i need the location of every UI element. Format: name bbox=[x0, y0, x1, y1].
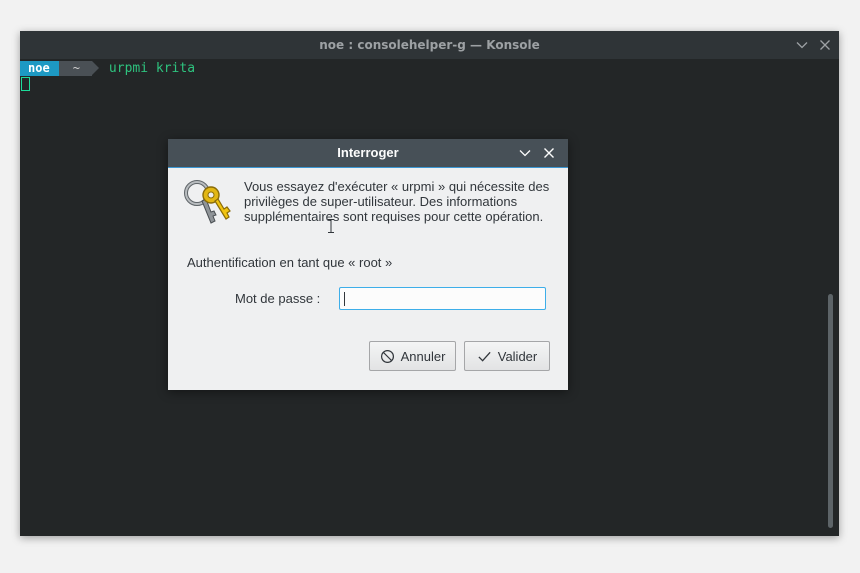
auth-dialog: Interroger Vous essayez d'exécuter « urp… bbox=[168, 139, 568, 390]
password-input[interactable] bbox=[339, 287, 546, 310]
dialog-minimize-button[interactable] bbox=[516, 144, 534, 162]
konsole-titlebar[interactable]: noe : consolehelper-g — Konsole bbox=[20, 31, 839, 59]
close-icon bbox=[820, 40, 830, 50]
dialog-message: Vous essayez d'exécuter « urpmi » qui né… bbox=[244, 179, 550, 224]
terminal-cursor bbox=[21, 77, 30, 91]
dialog-close-button[interactable] bbox=[540, 144, 558, 162]
ok-button-label: Valider bbox=[497, 348, 538, 364]
shell-command: urpmi krita bbox=[108, 61, 196, 76]
keys-icon bbox=[184, 180, 231, 224]
cancel-button[interactable]: Annuler bbox=[369, 341, 456, 371]
shell-prompt: noe ~ urpmi krita bbox=[20, 61, 195, 76]
dialog-title: Interroger bbox=[337, 145, 399, 160]
text-caret bbox=[344, 292, 345, 306]
ok-button[interactable]: Valider bbox=[464, 341, 550, 371]
cancel-icon bbox=[380, 349, 394, 363]
password-label: Mot de passe : bbox=[235, 291, 321, 306]
prompt-user-segment: noe bbox=[20, 61, 66, 76]
text-cursor-icon bbox=[328, 219, 334, 233]
checkmark-icon bbox=[478, 351, 491, 362]
dialog-titlebar[interactable]: Interroger bbox=[168, 139, 568, 168]
close-button[interactable] bbox=[816, 36, 834, 54]
chevron-down-icon bbox=[796, 42, 808, 49]
konsole-window-title: noe : consolehelper-g — Konsole bbox=[319, 38, 540, 52]
auth-identity-label: Authentification en tant que « root » bbox=[187, 255, 393, 270]
prompt-dir-segment: ~ bbox=[58, 61, 100, 76]
chevron-down-icon bbox=[519, 150, 531, 157]
minimize-button[interactable] bbox=[793, 36, 811, 54]
terminal-scrollbar[interactable] bbox=[828, 294, 833, 528]
close-icon bbox=[544, 148, 554, 158]
cancel-button-label: Annuler bbox=[400, 348, 446, 364]
